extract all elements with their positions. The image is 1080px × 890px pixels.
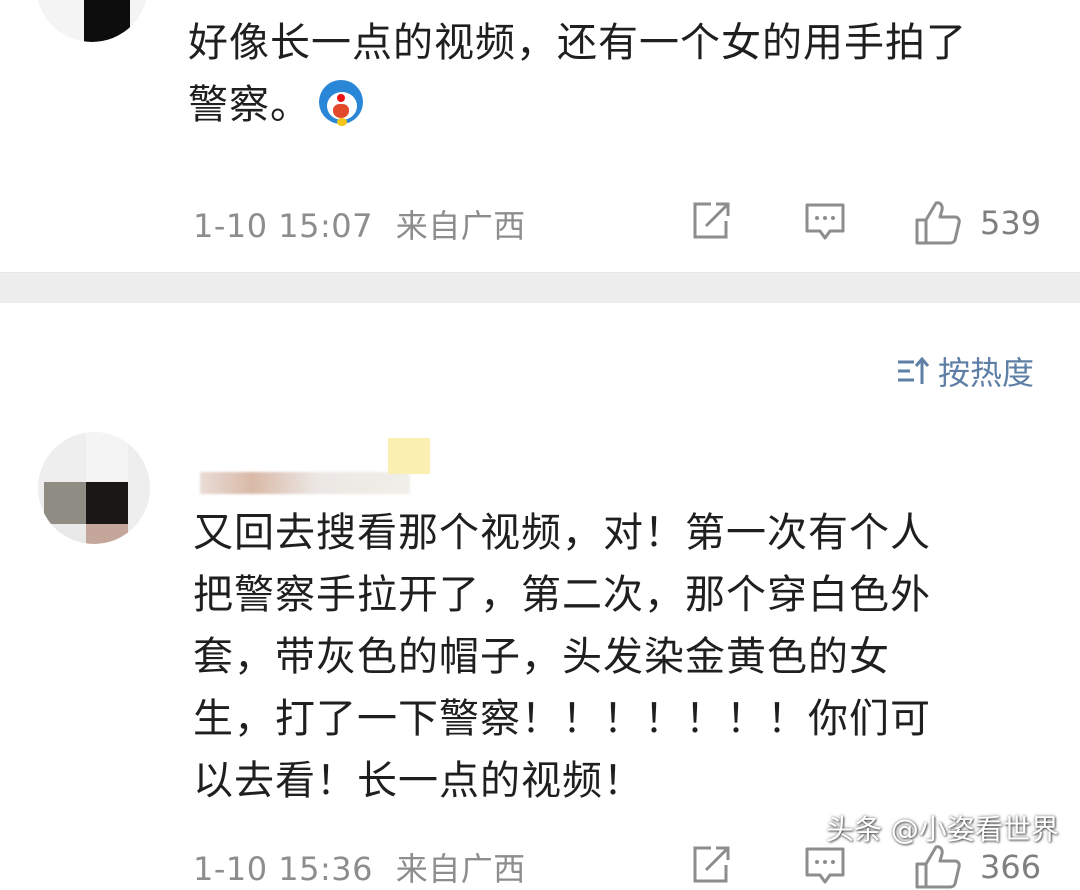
share-icon	[693, 202, 730, 239]
comment-icon	[805, 847, 845, 884]
comment-location: 来自广西	[395, 207, 526, 245]
like-button[interactable]: 366	[914, 844, 1041, 890]
avatar[interactable]	[36, 0, 148, 42]
like-count: 366	[980, 848, 1042, 886]
like-count: 539	[980, 204, 1042, 242]
comment-text-line: 以去看！长一点的视频！	[193, 758, 644, 804]
avatar[interactable]	[38, 432, 150, 544]
comment-text: 好像长一点的视频，还有一个女的用手拍了 警察。	[188, 12, 1048, 136]
share-button[interactable]	[690, 200, 732, 242]
comment-item: 又回去搜看那个视频，对！第一次有个人 把警察手拉开了，第二次，那个穿白色外 套，…	[0, 424, 1080, 889]
comment-text-fragment: 警察。	[188, 82, 311, 128]
share-button[interactable]	[690, 844, 732, 886]
comment-item: 好像长一点的视频，还有一个女的用手拍了 警察。 1-10 15:07 来自广西 …	[0, 0, 1080, 272]
comment-time: 1-10 15:36	[193, 850, 374, 888]
comment-meta: 1-10 15:36 来自广西	[193, 844, 526, 890]
thumbs-up-icon	[915, 201, 961, 245]
comment-text-line: 又回去搜看那个视频，对！第一次有个人	[193, 510, 931, 556]
avatar-pixel	[84, 0, 130, 42]
sort-icon	[897, 356, 930, 384]
reply-button[interactable]	[804, 844, 846, 886]
comment-text: 又回去搜看那个视频，对！第一次有个人 把警察手拉开了，第二次，那个穿白色外 套，…	[193, 502, 1013, 812]
comment-location: 来自广西	[395, 850, 526, 888]
comment-text-line: 套，带灰色的帽子，头发染金黄色的女	[193, 634, 890, 680]
comment-text-line: 好像长一点的视频，还有一个女的用手拍了	[188, 20, 967, 66]
sort-label: 按热度	[937, 354, 1034, 392]
comment-icon	[805, 203, 845, 240]
comment-text-line: 生，打了一下警察！！！！！！！你们可	[193, 696, 931, 742]
username-blurred[interactable]	[200, 472, 410, 494]
sort-by-hot-button[interactable]: 按热度	[896, 348, 1034, 394]
comment-time: 1-10 15:07	[193, 207, 374, 245]
comment-text-line: 警察。	[188, 74, 1048, 136]
section-divider	[0, 272, 1080, 303]
share-icon	[693, 846, 730, 883]
doraemon-emoji-icon	[319, 80, 363, 126]
like-button[interactable]: 539	[914, 200, 1041, 246]
thumbs-up-icon	[915, 845, 961, 889]
comment-meta: 1-10 15:07 来自广西	[193, 201, 526, 247]
comment-text-line: 把警察手拉开了，第二次，那个穿白色外	[193, 572, 931, 618]
vip-badge-icon	[388, 438, 430, 474]
watermark: 头条 @小姿看世界	[826, 813, 1059, 846]
reply-button[interactable]	[804, 200, 846, 242]
